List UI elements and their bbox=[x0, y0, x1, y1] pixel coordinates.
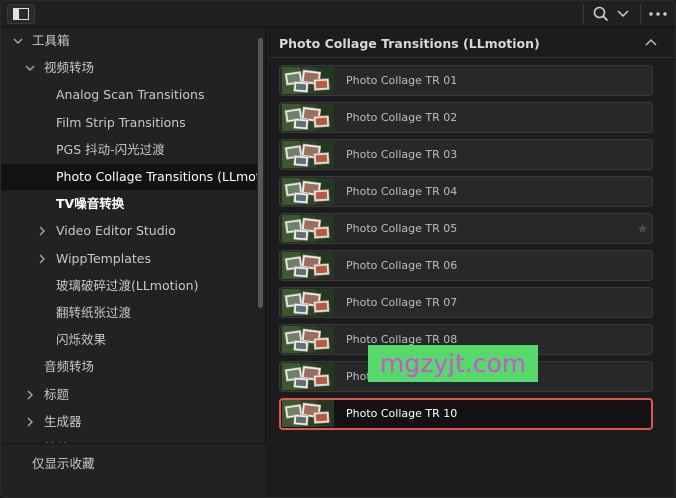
more-options-button[interactable] bbox=[647, 3, 669, 25]
effect-card[interactable]: Photo Collage TR 10 bbox=[279, 398, 653, 430]
section-title: Photo Collage Transitions (LLmotion) bbox=[279, 36, 540, 51]
tree-item-label: Film Strip Transitions bbox=[56, 114, 186, 130]
effect-thumbnail bbox=[282, 252, 334, 279]
effect-thumbnail bbox=[282, 104, 334, 131]
tree-item[interactable]: Video Editor Studio bbox=[1, 218, 257, 244]
tree-item[interactable]: 玻璃破碎过渡(LLmotion) bbox=[1, 273, 257, 299]
chevron-up-icon[interactable] bbox=[645, 37, 657, 49]
tree-item[interactable]: 工具箱 bbox=[1, 28, 257, 54]
effect-card-label: Photo Collage TR 05 bbox=[346, 222, 458, 235]
toolbar bbox=[1, 1, 675, 27]
tree-item[interactable]: PGS 抖动-闪光过渡 bbox=[1, 137, 257, 163]
tree-item-label: 视频转场 bbox=[44, 60, 95, 76]
effect-thumbnail bbox=[282, 215, 334, 242]
panel-toggle-button[interactable] bbox=[7, 4, 35, 24]
tree-item[interactable]: TV噪音转换 bbox=[1, 191, 257, 217]
tree-item[interactable]: 音频转场 bbox=[1, 354, 257, 380]
tree-item-label: Analog Scan Transitions bbox=[56, 87, 205, 103]
panel-toggle-icon bbox=[13, 8, 29, 20]
toolbar-separator bbox=[583, 4, 584, 24]
effect-thumbnail bbox=[282, 289, 334, 316]
tree-item[interactable]: Film Strip Transitions bbox=[1, 110, 257, 136]
library-tree-panel: 工具箱视频转场 Analog Scan Transitions Film Strip… bbox=[1, 28, 266, 497]
library-tree: 工具箱视频转场 Analog Scan Transitions Film Strip… bbox=[1, 28, 257, 443]
effect-thumbnail bbox=[282, 363, 334, 390]
effect-thumbnail bbox=[282, 326, 334, 353]
section-header[interactable]: Photo Collage Transitions (LLmotion) bbox=[267, 28, 675, 58]
effect-card[interactable]: Photo Collage TR 06 bbox=[279, 250, 653, 281]
effect-thumbnail bbox=[282, 178, 334, 205]
more-options-icon bbox=[649, 12, 667, 16]
tree-item-label: 闪烁效果 bbox=[56, 332, 107, 348]
search-icon bbox=[593, 6, 609, 22]
toolbar-separator bbox=[640, 4, 641, 24]
tree-item-label: Photo Collage Transitions (LLmoti... bbox=[56, 169, 257, 184]
chevron-right-icon[interactable] bbox=[25, 390, 35, 400]
effect-card[interactable]: Photo Collage TR 01 bbox=[279, 65, 653, 96]
effect-card[interactable]: Photo Collage TR 05 bbox=[279, 213, 653, 244]
tree-item[interactable]: 视频转场 bbox=[1, 55, 257, 81]
tree-item-label: 翻转纸张过渡 bbox=[56, 305, 132, 320]
tree-item-label: 音频转场 bbox=[44, 359, 95, 375]
tree-item-label: 标题 bbox=[44, 386, 70, 402]
search-options-dropdown[interactable] bbox=[612, 3, 634, 25]
effect-card-label: Photo Collage TR 04 bbox=[346, 185, 458, 198]
tree-item[interactable]: 特效 bbox=[1, 436, 257, 443]
effects-library-window: 工具箱视频转场 Analog Scan Transitions Film Strip… bbox=[0, 0, 676, 498]
tree-item[interactable]: WippTemplates bbox=[1, 246, 257, 272]
chevron-right-icon[interactable] bbox=[37, 226, 47, 236]
tree-item[interactable]: 闪烁效果 bbox=[1, 327, 257, 353]
chevron-right-icon[interactable] bbox=[37, 254, 47, 264]
tree-item[interactable]: 翻转纸张过渡 bbox=[1, 300, 257, 326]
tree-item[interactable]: 生成器 bbox=[1, 409, 257, 435]
effect-card-label: Photo Collage TR 03 bbox=[346, 148, 458, 161]
search-button[interactable] bbox=[590, 3, 612, 25]
effect-card-label: Photo Collage TR 02 bbox=[346, 111, 458, 124]
watermark: mgzyjt.com bbox=[368, 345, 538, 382]
tree-item-label: WippTemplates bbox=[56, 250, 151, 266]
chevron-down-icon[interactable] bbox=[13, 36, 23, 46]
favorite-star-icon[interactable] bbox=[637, 223, 648, 234]
chevron-down-icon[interactable] bbox=[25, 63, 35, 73]
tree-item-label: Video Editor Studio bbox=[56, 223, 176, 239]
toolbar-right bbox=[577, 1, 675, 27]
tree-item[interactable]: Photo Collage Transitions (LLmoti... bbox=[1, 164, 257, 190]
chevron-right-icon[interactable] bbox=[25, 417, 35, 427]
tree-item-label: TV噪音转换 bbox=[56, 196, 125, 212]
effect-card-label: Photo Collage TR 06 bbox=[346, 259, 458, 272]
tree-footer: 仅显示收藏 bbox=[1, 443, 266, 497]
show-favorites-only-toggle[interactable]: 仅显示收藏 bbox=[32, 453, 95, 472]
effects-panel: Photo Collage Transitions (LLmotion) Pho… bbox=[267, 28, 675, 497]
effect-thumbnail bbox=[282, 400, 334, 427]
effect-thumbnail bbox=[282, 141, 334, 168]
effect-thumbnail bbox=[282, 67, 334, 94]
tree-item-label: 工具箱 bbox=[32, 33, 70, 48]
tree-item[interactable]: Analog Scan Transitions bbox=[1, 82, 257, 108]
tree-item-label: 生成器 bbox=[44, 413, 82, 429]
tree-item-label: 玻璃破碎过渡(LLmotion) bbox=[56, 277, 199, 293]
effect-card[interactable]: Photo Collage TR 04 bbox=[279, 176, 653, 207]
effect-card[interactable]: Photo Collage TR 02 bbox=[279, 102, 653, 133]
effect-card-label: Photo Collage TR 07 bbox=[346, 296, 458, 309]
chevron-down-icon bbox=[617, 10, 629, 18]
effect-card-label: Photo Collage TR 10 bbox=[346, 407, 458, 420]
tree-scrollbar[interactable] bbox=[258, 38, 263, 308]
tree-item[interactable]: 标题 bbox=[1, 382, 257, 408]
tree-item-label: PGS 抖动-闪光过渡 bbox=[56, 141, 165, 157]
effect-card-label: Photo Collage TR 01 bbox=[346, 74, 458, 87]
effect-card[interactable]: Photo Collage TR 07 bbox=[279, 287, 653, 318]
tree-item-label: 特效 bbox=[44, 436, 69, 443]
effect-card[interactable]: Photo Collage TR 03 bbox=[279, 139, 653, 170]
